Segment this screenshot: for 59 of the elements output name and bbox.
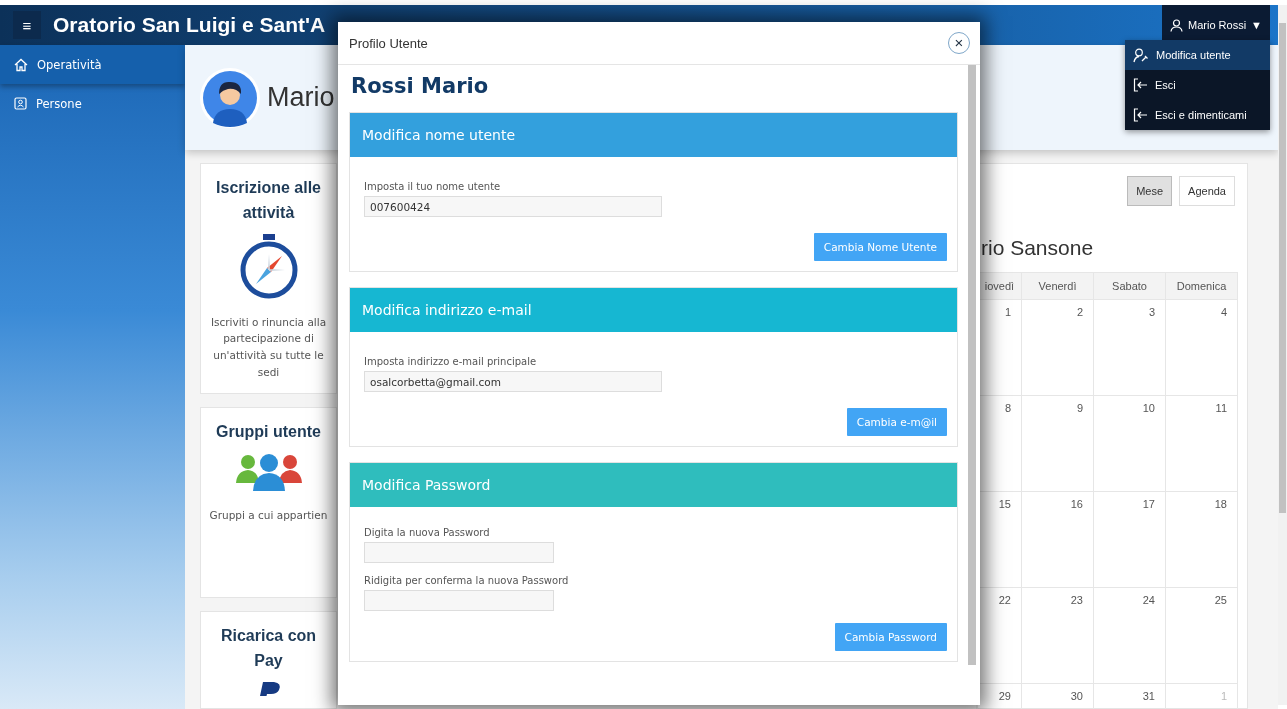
contact-card-icon (14, 97, 27, 110)
input-field[interactable]: 007600424 (364, 196, 662, 217)
panel-header: Modifica Password (350, 463, 957, 507)
view-tab[interactable]: Mese (1127, 176, 1173, 206)
card-description: Iscriviti o rinuncia alla partecipazione di un'attività su tutte le sedi (209, 314, 328, 380)
weekday-header: iovedì (977, 272, 1022, 300)
day-cell[interactable]: 25 (1165, 587, 1238, 684)
field-label: Imposta il tuo nome utente (364, 181, 502, 192)
menu-button[interactable]: ≡ (13, 11, 41, 39)
input-field[interactable]: osalcorbetta@gmail.com (364, 371, 662, 392)
day-cell[interactable]: 17 (1093, 491, 1166, 588)
card-description: Gruppi a cui appartien (209, 507, 328, 523)
weekday-header: Domenica (1165, 272, 1238, 300)
day-cell[interactable]: 10 (1093, 395, 1166, 492)
field-label: Imposta indirizzo e-mail principale (364, 356, 538, 367)
input-field[interactable] (364, 542, 554, 563)
day-cell[interactable]: 9 (1021, 395, 1094, 492)
weekday-header: Venerdì (1021, 272, 1094, 300)
feature-card[interactable]: Gruppi utente Gruppi a cui appartien (200, 406, 337, 599)
feature-card[interactable]: Ricarica con Pay (200, 611, 337, 709)
feature-card[interactable]: Iscrizione alle attività Iscriviti o rinuncia alla partecipazione di un'attività su tutte le sedi (200, 163, 337, 394)
day-cell[interactable]: 11 (1165, 395, 1238, 492)
day-cell[interactable]: 18 (1165, 491, 1238, 588)
close-button[interactable]: × (948, 32, 970, 54)
field-label: Ridigita per conferma la nuova Password (364, 575, 570, 586)
panel-header: Modifica indirizzo e-mail (350, 288, 957, 332)
card-title: Iscrizione alle attività (215, 178, 322, 223)
day-cell[interactable]: 4 (1165, 299, 1238, 396)
modal-title: Profilo Utente (349, 35, 428, 51)
field-label: Digita la nuova Password (364, 527, 491, 538)
exit-icon (1133, 78, 1148, 92)
menu-item[interactable]: Esci e dimenticami (1125, 100, 1270, 130)
menu-item[interactable]: Modifica utente (1125, 40, 1270, 70)
sidebar-item[interactable]: Persone (0, 84, 185, 123)
user-wrench-icon (1133, 47, 1149, 63)
day-cell[interactable]: 2 (1021, 299, 1094, 396)
card-title: Ricarica con Pay (219, 626, 318, 672)
calendar-title: rio Sansone (981, 236, 1095, 260)
user-first-name: Mario (267, 82, 335, 113)
day-cell[interactable]: 23 (1021, 587, 1094, 684)
input-field[interactable] (364, 590, 554, 611)
sidebar-item[interactable]: Operatività (0, 45, 185, 84)
site-title: Oratorio San Luigi e Sant'A (53, 13, 326, 37)
menu-item[interactable]: Esci (1125, 70, 1270, 100)
people-group-icon (235, 452, 302, 493)
user-icon (1170, 18, 1184, 32)
scrollbar-thumb[interactable] (1279, 23, 1286, 513)
day-cell[interactable]: 3 (1093, 299, 1166, 396)
exit-icon (1133, 108, 1148, 122)
card-title: Gruppi utente (216, 421, 321, 442)
user-full-name: Rossi Mario (351, 74, 490, 98)
avatar-icon (199, 66, 261, 129)
view-tab[interactable]: Agenda (1179, 176, 1235, 206)
scrollbar-thumb[interactable] (968, 65, 976, 665)
home-icon (14, 57, 28, 72)
day-cell[interactable]: 16 (1021, 491, 1094, 588)
panel-header: Modifica nome utente (350, 113, 957, 157)
weekday-header: Sabato (1093, 272, 1166, 300)
day-cell[interactable]: 24 (1093, 587, 1166, 684)
